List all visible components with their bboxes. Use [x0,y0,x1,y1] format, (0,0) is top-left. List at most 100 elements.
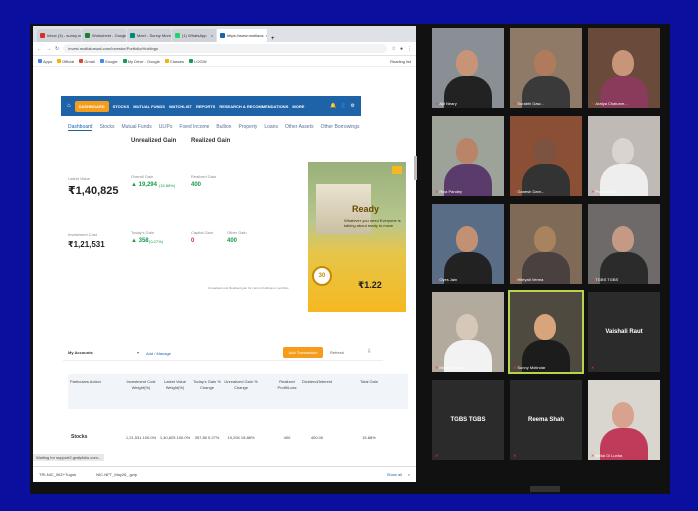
sub-tabs: Dashboard Stocks Mutual Funds ULIPs Fixed In… [68,124,360,131]
bookmark-item[interactable]: Official [57,58,74,64]
mic-off-icon: ✕ [513,189,517,194]
table-header-cell[interactable]: Dividend/Interest [300,379,334,385]
reading-list[interactable]: Reading list [390,59,411,64]
overall-gain-pct: (15.88%) [159,183,176,188]
participant-name: Megha Sarkar [439,365,465,370]
browser-tab[interactable]: (1) WhatsApp × [172,29,216,42]
bookmark-label: Classes [169,58,185,64]
ad-logo [392,166,402,174]
browser-tab[interactable]: Inbox (3) - sunny.m× [37,29,81,42]
participant-tile[interactable]: ✕ Sunny Motirolar [508,290,584,374]
browser-tab[interactable]: Worksheet - Google× [82,29,126,42]
participant-tile[interactable]: ✕ TGBS TGBS [588,204,660,284]
subtab-item[interactable]: Other Assets [285,124,314,131]
participant-tile[interactable]: TGBS TGBS ✕ [432,380,504,460]
nav-item[interactable]: MORE [292,104,304,109]
meeting-controls[interactable] [530,486,560,492]
participant-face [612,226,634,252]
back-icon[interactable]: ← [37,46,42,52]
bookmark-item[interactable]: Classes [164,58,185,64]
home-icon[interactable]: ⌂ [67,103,71,109]
reload-icon[interactable]: ↻ [55,46,59,52]
nav-item[interactable]: RESEARCH & RECOMMENDATIONS [219,104,288,109]
forward-icon[interactable]: → [46,46,51,52]
participant-face [534,226,556,252]
nav-item[interactable]: WATCHLIST [169,104,192,109]
bookmark-icon [79,58,84,63]
participant-tile[interactable]: ✕ Riva Pandey [432,116,504,196]
subtab-item[interactable]: ULIPs [159,124,173,131]
table-header-cell[interactable]: Unrealized Gain % Change [224,379,258,391]
download-item[interactable]: TRI-NIC_06Z+Tugok [39,472,76,477]
star-icon[interactable]: ☆ [391,46,395,52]
participant-tile[interactable]: ✕ Hiteyati Verma [510,204,582,284]
bookmark-label: LOGIN [194,58,207,64]
new-tab-icon[interactable]: + [268,36,278,42]
show-all-link[interactable]: Show all [387,472,402,477]
browser-tab[interactable]: Meet - Sunny Munish× [127,29,171,42]
add-transaction-button[interactable]: Add Transaction [283,347,323,358]
close-icon[interactable]: × [211,33,213,38]
bookmark-item[interactable]: Apps [38,58,52,64]
table-header-cell[interactable]: Investment Cost Weight(%) [124,379,158,391]
table-header-cell[interactable]: Realized Profit/Loss [270,379,304,391]
user-icon[interactable]: 👤 [340,103,346,109]
profile-icon[interactable]: ● [400,46,403,52]
table-header-cell[interactable]: Particulars Action [70,379,110,385]
participant-tile[interactable]: ✕ Bhilal Di Lunha [588,380,660,460]
participant-tile[interactable]: ✕ Ajit Neary [432,28,504,108]
refresh-button[interactable]: Refresh [330,350,344,355]
subtab-item[interactable]: Other Borrowings [321,124,360,131]
bell-icon[interactable]: 🔔 [330,103,336,109]
bookmark-item[interactable]: Gmail [79,58,95,64]
my-accounts-label[interactable]: My Accounts [68,350,93,355]
bookmark-icon [164,58,169,63]
subtab-item[interactable]: Mutual Funds [121,124,151,131]
bookmark-item[interactable]: LOGIN [189,58,207,64]
menu-icon[interactable]: ⋮ [407,46,412,52]
table-header-cell[interactable]: Today's Gain % Change [190,379,224,391]
participant-tile[interactable]: Reema Shah ✕ [510,380,582,460]
advertisement-banner[interactable]: Ready Whatever you need Everyone is talk… [308,162,406,312]
participant-tile[interactable]: ✕ Aratya Chaturve... [588,28,660,108]
nav-item[interactable]: REPORTS [196,104,215,109]
download-item[interactable]: NIC-NFT_May26_.gzip [96,472,137,477]
subtab-item[interactable]: Loans [264,124,278,131]
subtab-item[interactable]: Bullion [216,124,231,131]
table-header-cell[interactable]: Latest Value Weight(%) [158,379,192,391]
close-icon[interactable]: × [408,472,410,477]
add-manage-link[interactable]: Add / Manage [146,351,171,356]
realized-gain: 400 [191,182,202,188]
participant-tile[interactable]: ✕ Ganesh Dam... [510,116,582,196]
table-header-cell[interactable]: Total Gain [352,379,386,385]
participant-face [456,50,478,76]
bookmark-item[interactable]: Google [99,58,118,64]
nav-item[interactable]: STOCKS [113,104,130,109]
participant-label: ✕ Surabhi Gaw... [513,101,544,106]
participant-tile[interactable]: Vaishali Raut ✕ [588,292,660,372]
bookmark-item[interactable]: My Drive - Google [122,58,160,64]
participant-tile[interactable]: ✕ Megha Sarkar [432,292,504,372]
subtab-item[interactable]: Dashboard [68,124,93,131]
url-field[interactable]: invest.motilaloswal.com/Investor/Portfol… [63,44,388,53]
other-gain: 400 [227,238,238,244]
subtab-item[interactable]: Property [238,124,257,131]
subtab-item[interactable]: Stocks [99,124,114,131]
mic-off-icon: ✕ [591,189,595,194]
participant-tile[interactable]: ✕ Prashant Ch... [588,116,660,196]
scrollbar[interactable] [414,156,417,180]
download-icon[interactable]: ⇩ [367,348,372,355]
participant-tile[interactable]: ✕ Surabhi Gaw... [510,28,582,108]
nav-item[interactable]: MUTUAL FUNDS [133,104,165,109]
participant-face [456,314,478,340]
gear-icon[interactable]: ⚙ [351,103,355,109]
browser-tab[interactable]: https://www.motilaos × [217,29,267,42]
close-icon[interactable]: × [265,33,267,38]
participant-face [534,138,556,164]
nav-item[interactable]: DASHBOARD [74,100,109,112]
chevron-down-icon[interactable]: ▾ [137,350,139,355]
todays-gain-pct: (0.27%) [149,239,164,244]
subtab-item[interactable]: Fixed Income [179,124,209,131]
participant-name: Ajit Neary [439,101,457,106]
participant-tile[interactable]: ✕ Oyes Jain [432,204,504,284]
